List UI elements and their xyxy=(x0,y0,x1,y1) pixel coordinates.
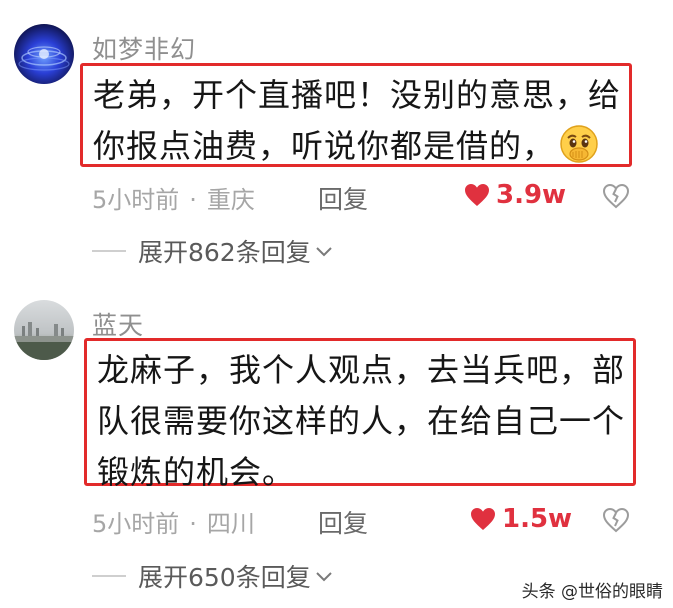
avatar[interactable] xyxy=(14,24,74,84)
username[interactable]: 蓝天 xyxy=(92,306,144,342)
like-count: 1.5w xyxy=(502,504,573,534)
comment-highlight-box: 龙麻子，我个人观点，去当兵吧，部队很需要你这样的人，在给自己一个锻炼的机会。 xyxy=(84,338,636,491)
chevron-down-icon xyxy=(316,247,332,257)
comment-text: 龙麻子，我个人观点，去当兵吧，部队很需要你这样的人，在给自己一个锻炼的机会。 xyxy=(97,351,626,491)
like-button[interactable]: 3.9w xyxy=(464,180,566,210)
expand-divider-line xyxy=(92,575,126,577)
comment-meta: 5小时前 · 重庆 xyxy=(92,180,255,215)
comment-time: 5小时前 xyxy=(92,510,180,538)
comment-screenshot: 如梦非幻 老弟，开个直播吧！没别的意思，给你报点油费，听说你都是借的， 5小时前… xyxy=(0,0,673,608)
watermark: 头条 @世俗的眼睛 xyxy=(521,582,663,602)
expand-divider-line xyxy=(92,250,126,252)
reply-button[interactable]: 回复 xyxy=(318,504,368,540)
heart-icon xyxy=(465,184,489,206)
comment-item: 蓝天 龙麻子，我个人观点，去当兵吧，部队很需要你这样的人，在给自己一个锻炼的机会… xyxy=(0,290,673,608)
comment-meta: 5小时前 · 四川 xyxy=(92,504,255,539)
reply-button[interactable]: 回复 xyxy=(318,180,368,216)
chevron-down-icon xyxy=(316,572,332,582)
expand-replies-button[interactable]: 展开650条回复 xyxy=(92,558,333,594)
comment-location: 四川 xyxy=(206,510,255,538)
like-button[interactable]: 1.5w xyxy=(470,504,572,534)
expand-replies-button[interactable]: 展开862条回复 xyxy=(92,233,333,269)
broken-heart-icon[interactable] xyxy=(603,507,629,533)
broken-heart-icon[interactable] xyxy=(603,183,629,209)
covering-mouth-emoji-icon xyxy=(560,125,598,163)
expand-replies-label: 展开862条回复 xyxy=(138,238,311,267)
username[interactable]: 如梦非幻 xyxy=(92,30,196,66)
heart-icon xyxy=(471,508,495,530)
comment-item: 如梦非幻 老弟，开个直播吧！没别的意思，给你报点油费，听说你都是借的， 5小时前… xyxy=(0,0,673,290)
expand-replies-label: 展开650条回复 xyxy=(138,563,311,592)
comment-highlight-box: 老弟，开个直播吧！没别的意思，给你报点油费，听说你都是借的， xyxy=(80,63,632,167)
meta-separator: · xyxy=(189,510,197,538)
meta-separator: · xyxy=(189,186,197,214)
avatar[interactable] xyxy=(14,300,74,360)
like-count: 3.9w xyxy=(496,180,567,210)
comment-time: 5小时前 xyxy=(92,186,180,214)
comment-location: 重庆 xyxy=(206,186,255,214)
comment-text: 老弟，开个直播吧！没别的意思，给你报点油费，听说你都是借的， xyxy=(93,76,622,165)
